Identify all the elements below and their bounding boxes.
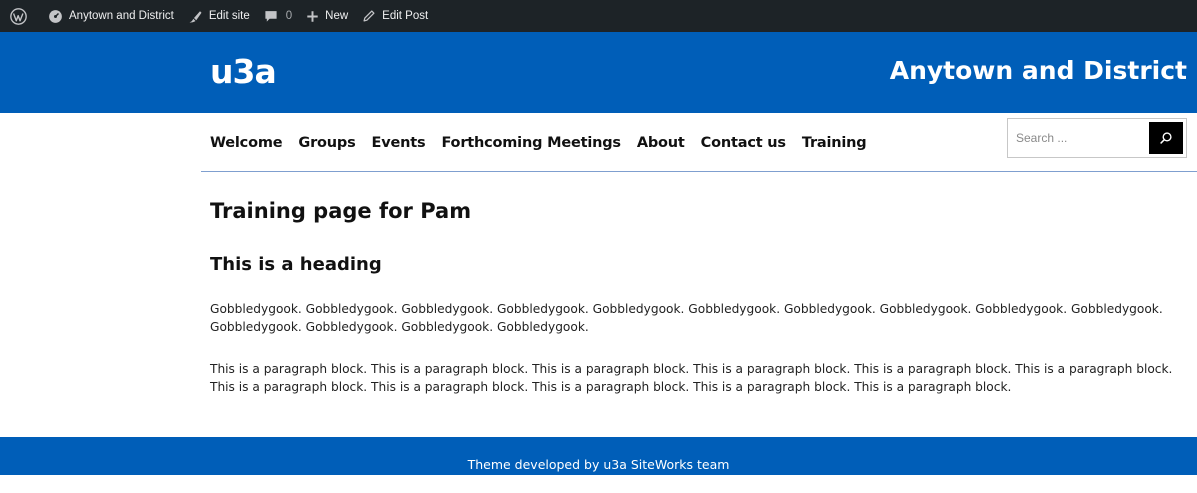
search-button[interactable] (1149, 122, 1183, 154)
search-form (1007, 118, 1187, 158)
comments-link[interactable]: 0 (257, 0, 299, 32)
brush-icon (189, 10, 202, 22)
comments-count: 0 (285, 10, 293, 22)
edit-site-link[interactable]: Edit site (181, 0, 257, 32)
nav-item-training[interactable]: Training (802, 135, 867, 151)
admin-bar: Anytown and District Edit site 0 New Edi… (0, 0, 1197, 32)
site-title[interactable]: Anytown and District (890, 58, 1187, 83)
plus-icon (307, 10, 318, 22)
new-label: New (325, 10, 349, 22)
dashboard-gauge-icon (49, 9, 62, 23)
comment-bubble-icon (265, 11, 277, 22)
paragraph-gobbledygook: Gobbledygook. Gobbledygook. Gobbledygook… (210, 302, 1163, 334)
edit-post-link[interactable]: Edit Post (355, 0, 435, 32)
nav-menu: Welcome Groups Events Forthcoming Meetin… (210, 135, 882, 151)
nav-item-welcome[interactable]: Welcome (210, 135, 283, 151)
site-header: u3a Anytown and District (0, 32, 1197, 113)
edit-post-label: Edit Post (382, 10, 429, 22)
nav-item-contact-us[interactable]: Contact us (701, 135, 786, 151)
nav-item-about[interactable]: About (637, 135, 685, 151)
page-title: Training page for Pam (210, 199, 472, 223)
paragraph-block: This is a paragraph block. This is a par… (210, 362, 1173, 394)
edit-site-label: Edit site (208, 10, 250, 22)
nav-item-forthcoming-meetings[interactable]: Forthcoming Meetings (441, 135, 621, 151)
site-name-label: Anytown and District (69, 10, 174, 22)
footer-credit: Theme developed by u3a SiteWorks team (467, 457, 730, 472)
wordpress-menu[interactable] (0, 0, 41, 32)
main-navigation: Welcome Groups Events Forthcoming Meetin… (201, 113, 1197, 172)
u3a-logo[interactable]: u3a (210, 55, 277, 88)
pencil-icon (363, 10, 375, 22)
site-name-menu[interactable]: Anytown and District (41, 0, 181, 32)
search-input[interactable] (1008, 119, 1146, 157)
nav-item-events[interactable]: Events (372, 135, 426, 151)
wordpress-logo-icon (10, 7, 27, 25)
new-content-menu[interactable]: New (299, 0, 355, 32)
content-heading: This is a heading (210, 254, 382, 275)
site-footer: Theme developed by u3a SiteWorks team (0, 437, 1197, 475)
search-icon (1160, 132, 1172, 144)
nav-item-groups[interactable]: Groups (298, 135, 355, 151)
